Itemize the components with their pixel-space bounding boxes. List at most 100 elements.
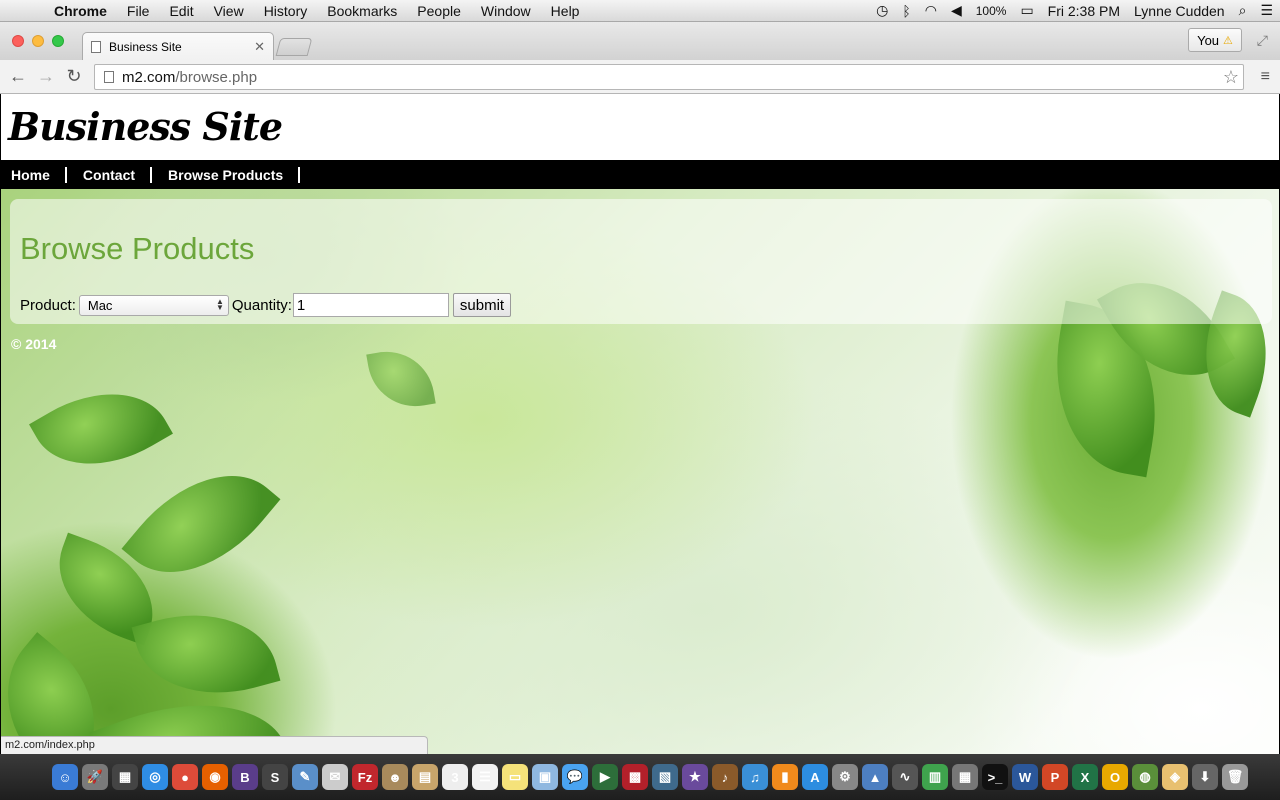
app-store-icon[interactable]: A (802, 764, 828, 790)
url-path: /browse.php (175, 68, 258, 86)
image-capture-icon[interactable]: ▧ (652, 764, 678, 790)
site-logo[interactable]: Business Site (8, 104, 283, 149)
content-panel: Browse Products Product: Mac ▲ ▼ Quantity… (10, 199, 1272, 324)
messages-icon[interactable]: 💬 (562, 764, 588, 790)
fullscreen-icon[interactable]: ⤢ (1257, 32, 1268, 49)
launchpad-icon[interactable]: 🚀 (82, 764, 108, 790)
finder-icon[interactable]: ☺ (52, 764, 78, 790)
warning-icon: ⚠ (1223, 34, 1233, 47)
nav-link-browse-products[interactable]: Browse Products (152, 166, 301, 183)
menu-people[interactable]: People (407, 3, 471, 19)
window-minimize-button[interactable] (32, 35, 44, 47)
downloads-stack-icon[interactable]: ⬇ (1192, 764, 1218, 790)
url-host: m2.com (122, 68, 176, 86)
window-zoom-button[interactable] (52, 35, 64, 47)
macos-dock: ☺ 🚀 ▦ ◎ ● ◉ B S ✎ ✉ Fz ☻ ▤ 3 ☰ ▭ ▣ 💬 ▶ ▩ ▧ ★ ♪ ♫ ▮ A ⚙ ▲ ∿ ▥ ▦ >_ W P X O ◍ ◈… (0, 754, 1280, 800)
trash-icon[interactable]: 🗑 (1222, 764, 1248, 790)
menu-window[interactable]: Window (471, 3, 541, 19)
color-palette-icon[interactable]: ◈ (1162, 764, 1188, 790)
back-arrow-icon[interactable]: ← (4, 66, 32, 87)
menubar-user[interactable]: Lynne Cudden (1127, 3, 1232, 19)
time-machine-icon[interactable]: ◷ (869, 2, 895, 19)
forward-arrow-icon[interactable]: → (32, 66, 60, 87)
photos-icon[interactable]: ▣ (532, 764, 558, 790)
battery-icon[interactable]: ▭ (1013, 2, 1040, 19)
tab-close-icon[interactable]: ✕ (254, 39, 265, 55)
address-bar[interactable]: m2.com /browse.php ☆ (94, 64, 1244, 90)
page-title: Browse Products (20, 231, 255, 266)
quantity-input[interactable] (292, 293, 449, 317)
menu-file[interactable]: File (117, 3, 160, 19)
bookmark-star-icon[interactable]: ☆ (1223, 67, 1239, 88)
chrome-menu-icon[interactable]: ≡ (1261, 68, 1270, 86)
excel-icon[interactable]: X (1072, 764, 1098, 790)
leaf-shape (121, 441, 281, 607)
new-tab-button[interactable] (275, 38, 313, 56)
facetime-icon[interactable]: ▶ (592, 764, 618, 790)
numbers-icon[interactable]: ▥ (922, 764, 948, 790)
safari-icon[interactable]: ◎ (142, 764, 168, 790)
ibooks-icon[interactable]: ▮ (772, 764, 798, 790)
menu-bookmarks[interactable]: Bookmarks (317, 3, 407, 19)
reload-icon[interactable]: ↻ (60, 66, 88, 87)
bbedit-icon[interactable]: B (232, 764, 258, 790)
bluetooth-icon[interactable]: ᛒ (895, 3, 917, 19)
nav-link-home[interactable]: Home (1, 166, 67, 183)
notification-center-icon[interactable]: ☰ (1253, 2, 1280, 19)
window-close-button[interactable] (12, 35, 24, 47)
reminders-icon[interactable]: ☰ (472, 764, 498, 790)
system-preferences-icon[interactable]: ⚙ (832, 764, 858, 790)
menu-history[interactable]: History (254, 3, 318, 19)
site-nav: Home Contact Browse Products (1, 160, 1279, 189)
browser-titlebar: Business Site ✕ You ⚠ ⤢ (0, 22, 1280, 60)
outlook-icon[interactable]: O (1102, 764, 1128, 790)
profile-button[interactable]: You ⚠ (1188, 28, 1242, 52)
leaf-shape (366, 344, 436, 414)
calendar-icon[interactable]: 3 (442, 764, 468, 790)
grapher-icon[interactable]: ∿ (892, 764, 918, 790)
battery-percent[interactable]: 100% (969, 4, 1014, 18)
chrome-icon[interactable]: ● (172, 764, 198, 790)
order-form: Product: Mac ▲▼ Quantity: submit (20, 293, 512, 317)
contacts-icon[interactable]: ☻ (382, 764, 408, 790)
page-favicon-icon (91, 40, 101, 53)
notes-app-icon[interactable]: ▤ (412, 764, 438, 790)
submit-button[interactable]: submit (452, 293, 512, 317)
script-editor-icon[interactable]: ✉ (322, 764, 348, 790)
mission-control-icon[interactable]: ▦ (112, 764, 138, 790)
spotlight-search-icon[interactable]: ⌕ (1232, 2, 1254, 19)
word-icon[interactable]: W (1012, 764, 1038, 790)
nav-link-contact[interactable]: Contact (67, 166, 153, 183)
menu-app-name[interactable]: Chrome (44, 3, 117, 19)
menubar-clock[interactable]: Fri 2:38 PM (1041, 3, 1127, 19)
network-icon[interactable]: ◍ (1132, 764, 1158, 790)
preview-icon[interactable]: ✎ (292, 764, 318, 790)
product-selected-value: Mac (87, 297, 113, 313)
quantity-label: Quantity: (231, 296, 292, 314)
menu-edit[interactable]: Edit (159, 3, 203, 19)
garageband-icon[interactable]: ♪ (712, 764, 738, 790)
browser-tab-active[interactable]: Business Site ✕ (82, 32, 274, 60)
calculator-icon[interactable]: ▦ (952, 764, 978, 790)
page-info-icon[interactable] (104, 71, 114, 83)
product-select[interactable]: Mac ▲ ▼ (78, 294, 229, 316)
browser-toolbar: ← → ↻ m2.com /browse.php ☆ ≡ (0, 60, 1280, 94)
leaf-shape (131, 593, 281, 715)
volume-icon[interactable]: ◀ (944, 2, 969, 19)
filezilla-icon[interactable]: Fz (352, 764, 378, 790)
menu-view[interactable]: View (204, 3, 254, 19)
wifi-icon[interactable]: ◠ (918, 2, 944, 19)
stickies-icon[interactable]: ▭ (502, 764, 528, 790)
terminal-icon[interactable]: >_ (982, 764, 1008, 790)
photo-booth-icon[interactable]: ▩ (622, 764, 648, 790)
itunes-icon[interactable]: ♫ (742, 764, 768, 790)
select-arrows-icon: ▲ ▼ (215, 297, 224, 312)
powerpoint-icon[interactable]: P (1042, 764, 1068, 790)
sublime-icon[interactable]: S (262, 764, 288, 790)
menu-help[interactable]: Help (541, 3, 590, 19)
imovie-icon[interactable]: ★ (682, 764, 708, 790)
firefox-icon[interactable]: ◉ (202, 764, 228, 790)
link-status-bubble: m2.com/index.php (1, 736, 428, 754)
leaf-shape (29, 364, 173, 494)
keynote-icon[interactable]: ▲ (862, 764, 888, 790)
